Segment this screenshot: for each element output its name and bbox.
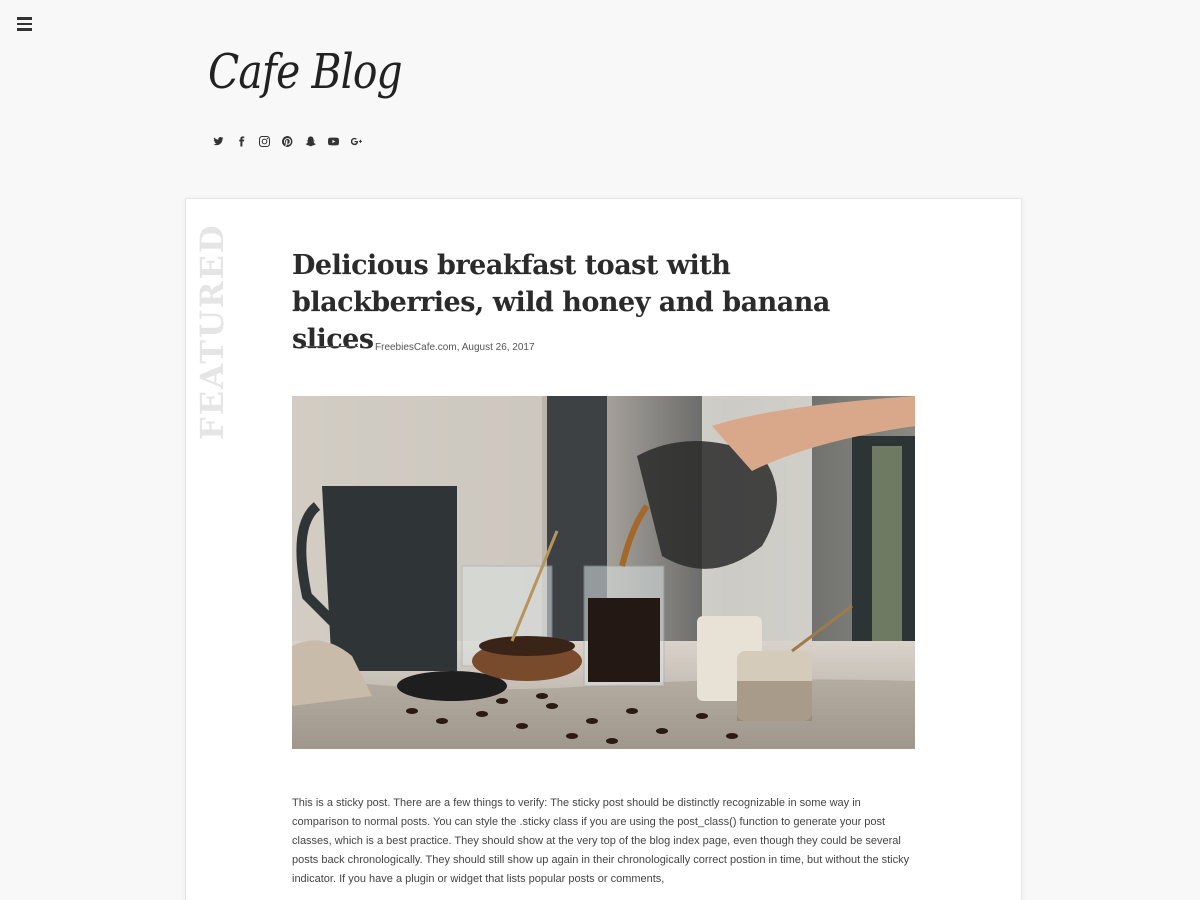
site-title[interactable]: Cafe Blog	[208, 44, 403, 100]
facebook-icon[interactable]	[236, 133, 259, 149]
pinterest-icon[interactable]	[282, 133, 305, 149]
post-meta: FreebiesCafe.com, August 26, 2017	[375, 342, 535, 353]
post-date: August 26, 2017	[461, 342, 535, 353]
google-plus-icon[interactable]	[351, 133, 374, 149]
social-links	[213, 133, 374, 149]
featured-badge: FEATURED	[192, 223, 232, 440]
meta-divider	[303, 346, 358, 347]
post-author-link[interactable]: FreebiesCafe.com	[375, 342, 457, 353]
featured-badge-label: FEATURED	[193, 223, 231, 440]
snapchat-icon[interactable]	[305, 133, 328, 149]
coffee-scene-illustration	[292, 396, 915, 749]
hamburger-menu-icon[interactable]	[17, 17, 32, 31]
instagram-icon[interactable]	[259, 133, 282, 149]
featured-image[interactable]	[292, 396, 915, 749]
youtube-icon[interactable]	[328, 133, 351, 149]
post-excerpt: This is a sticky post. There are a few t…	[292, 797, 910, 885]
twitter-icon[interactable]	[213, 133, 236, 149]
